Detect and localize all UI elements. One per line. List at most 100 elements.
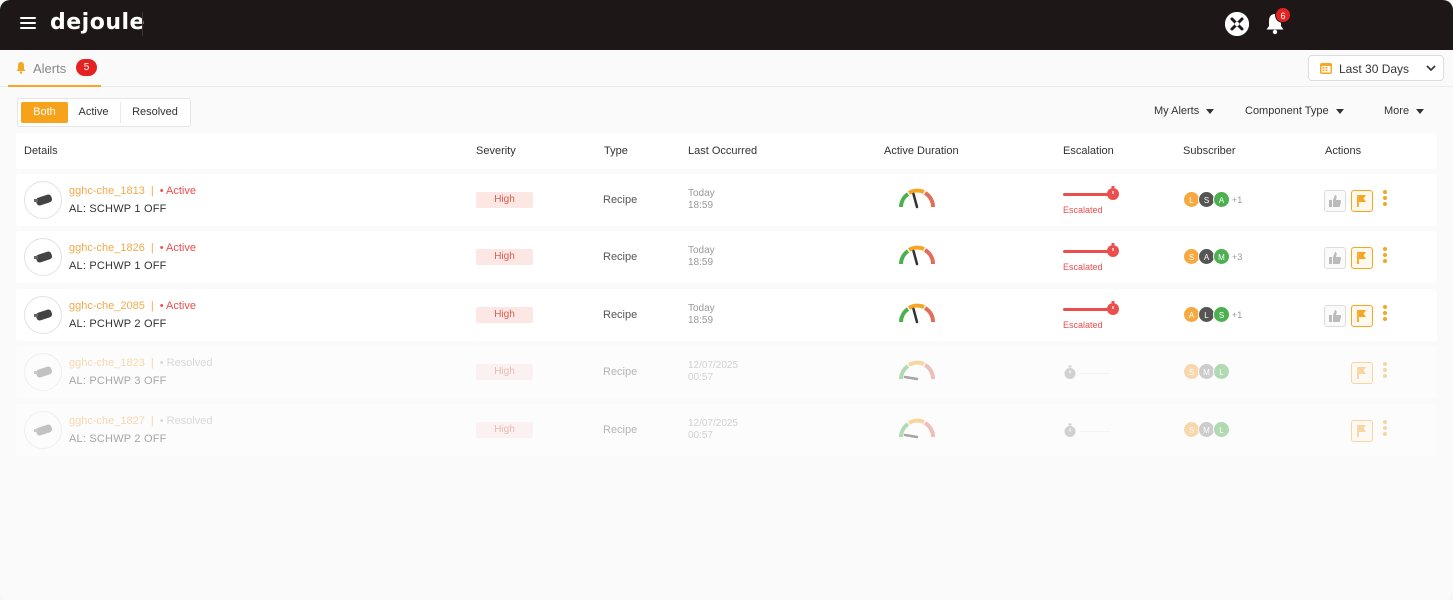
device-icon: [24, 296, 62, 334]
filter-both[interactable]: Both: [21, 102, 68, 123]
date-range-dropdown[interactable]: Last 30 Days: [1308, 55, 1444, 81]
gauge-icon: [899, 360, 936, 381]
table-row[interactable]: gghc-che_2085 | • Active AL: PCHWP 2 OFF H…: [16, 289, 1437, 341]
divider: |: [150, 415, 154, 427]
device-icon: [24, 411, 62, 449]
more-subscribers[interactable]: +1: [1232, 195, 1242, 205]
column-header-details: Details: [24, 145, 58, 157]
divider: |: [150, 185, 154, 197]
avatar[interactable]: S: [1213, 306, 1230, 323]
more-vertical-icon[interactable]: [1380, 361, 1390, 381]
escalation-label: Escalated: [1063, 262, 1103, 272]
alert-type: Recipe: [603, 309, 638, 321]
alert-id: gghc-che_1827: [69, 415, 145, 427]
status-label: Active: [166, 242, 196, 254]
caret-down-icon: [1206, 108, 1215, 114]
severity-badge: High: [476, 422, 533, 438]
tab-alerts-label: Alerts: [33, 61, 67, 76]
alert-type: Recipe: [603, 366, 638, 378]
avatar[interactable]: A: [1213, 191, 1230, 208]
app-frame: dejoule 6 Alerts 5 Last 30 Days Both Act…: [0, 0, 1453, 600]
last-occurred-date: Today: [688, 188, 715, 199]
table-row[interactable]: gghc-che_1826 | • Active AL: PCHWP 1 OFF H…: [16, 231, 1437, 283]
gauge-icon: [899, 418, 936, 439]
filter-active[interactable]: Active: [70, 102, 117, 123]
status-label: Resolved: [166, 415, 213, 427]
last-occurred: Today 18:59: [688, 303, 715, 327]
escalation-label: Escalated: [1063, 205, 1103, 215]
alert-id-link[interactable]: gghc-che_1827 | • Resolved: [69, 415, 212, 427]
last-occurred-date: Today: [688, 245, 715, 256]
alert-id-link[interactable]: gghc-che_1823 | • Resolved: [69, 357, 212, 369]
alert-name: AL: SCHWP 1 OFF: [69, 203, 167, 215]
chevron-down-icon: [1426, 65, 1436, 72]
my-alerts-dropdown[interactable]: My Alerts: [1154, 105, 1215, 117]
escalation-bar: [1063, 250, 1111, 253]
hamburger-icon[interactable]: [20, 17, 36, 31]
filter-resolved[interactable]: Resolved: [122, 102, 188, 123]
more-vertical-icon[interactable]: [1380, 246, 1390, 266]
gauge-icon: [899, 303, 936, 324]
last-occurred-time: 18:59: [688, 200, 714, 211]
gauge-icon: [899, 245, 936, 266]
severity-badge: High: [476, 364, 533, 380]
escalation-bar: [1063, 193, 1111, 196]
status-indicator: • Resolved: [159, 357, 213, 369]
flag-button[interactable]: [1351, 305, 1373, 327]
thumbs-up-icon: [1329, 195, 1341, 207]
last-occurred-time: 18:59: [688, 257, 714, 268]
flag-button[interactable]: [1351, 362, 1373, 384]
severity-badge: High: [476, 249, 533, 265]
timer-icon: [1107, 301, 1119, 315]
table-row[interactable]: gghc-che_1827 | • Resolved AL: SCHWP 2 OFF…: [16, 404, 1437, 456]
more-vertical-icon[interactable]: [1380, 189, 1390, 209]
more-subscribers[interactable]: +1: [1232, 310, 1242, 320]
timer-icon: [1107, 243, 1119, 257]
date-range-label: Last 30 Days: [1339, 62, 1410, 76]
flag-button[interactable]: [1351, 420, 1373, 442]
severity-badge: High: [476, 192, 533, 208]
alert-id-link[interactable]: gghc-che_1813 | • Active: [69, 185, 196, 197]
avatar[interactable]: L: [1213, 363, 1230, 380]
divider: [120, 102, 121, 123]
alert-id: gghc-che_2085: [69, 300, 145, 312]
avatar[interactable]: M: [1213, 248, 1230, 265]
alert-id-link[interactable]: gghc-che_1826 | • Active: [69, 242, 196, 254]
flag-icon: [1357, 310, 1366, 322]
column-header-severity: Severity: [476, 145, 516, 157]
timer-icon: [1064, 365, 1076, 379]
more-filters-dropdown[interactable]: More: [1384, 105, 1425, 117]
table-header: Details Severity Type Last Occurred Acti…: [16, 133, 1437, 169]
component-type-dropdown[interactable]: Component Type: [1245, 105, 1344, 117]
tab-alerts[interactable]: Alerts 5: [8, 50, 101, 87]
thumbs-up-icon: [1329, 310, 1341, 322]
alert-id-link[interactable]: gghc-che_2085 | • Active: [69, 300, 196, 312]
more-vertical-icon[interactable]: [1380, 304, 1390, 324]
calendar-icon: [1320, 63, 1332, 74]
last-occurred-date: 12/07/2025: [688, 360, 739, 371]
gauge-icon: [899, 188, 936, 209]
column-header-active-duration: Active Duration: [884, 145, 959, 157]
thumbs-up-button[interactable]: [1324, 247, 1346, 269]
flag-button[interactable]: [1351, 247, 1373, 269]
status-label: Active: [166, 185, 196, 197]
status-indicator: • Active: [159, 185, 196, 197]
last-occurred-time: 00:57: [688, 372, 714, 383]
more-subscribers[interactable]: +3: [1232, 252, 1242, 262]
more-vertical-icon[interactable]: [1380, 419, 1390, 439]
flag-icon: [1357, 252, 1366, 264]
device-icon: [24, 181, 62, 219]
thumbs-up-button[interactable]: [1324, 305, 1346, 327]
table-row[interactable]: gghc-che_1823 | • Resolved AL: PCHWP 3 OFF…: [16, 346, 1437, 398]
last-occurred: Today 18:59: [688, 245, 715, 269]
tools-icon[interactable]: [1225, 12, 1249, 36]
brand-logo[interactable]: dejoule: [50, 10, 145, 35]
thumbs-up-button[interactable]: [1324, 190, 1346, 212]
status-label: Resolved: [166, 357, 213, 369]
escalation-bar: [1063, 308, 1111, 311]
table-row[interactable]: gghc-che_1813 | • Active AL: SCHWP 1 OFF H…: [16, 174, 1437, 226]
flag-button[interactable]: [1351, 190, 1373, 212]
alert-type: Recipe: [603, 424, 638, 436]
last-occurred: 12/07/2025 00:57: [688, 418, 738, 442]
avatar[interactable]: L: [1213, 421, 1230, 438]
